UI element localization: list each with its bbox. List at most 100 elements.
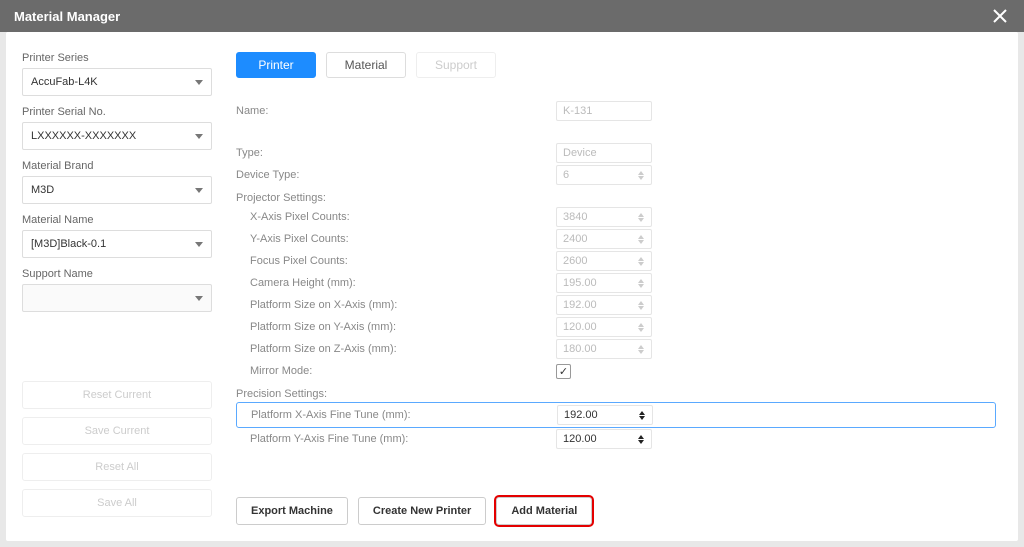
type-field: Device [556, 143, 652, 163]
caret-down-icon [195, 80, 203, 85]
x-pixel-label: X-Axis Pixel Counts: [236, 211, 556, 223]
plat-z-field[interactable]: 180.00 [556, 339, 652, 359]
fine-y-row: Platform Y-Axis Fine Tune (mm): 120.00 [236, 428, 1002, 450]
main-content: Printer Material Support Name: K-131 Typ… [212, 52, 1002, 525]
caret-down-icon [195, 242, 203, 247]
y-pixel-value: 2400 [563, 233, 587, 245]
printer-series-value: AccuFab-L4K [31, 76, 98, 88]
spinner-icon[interactable] [638, 319, 648, 335]
fine-x-field[interactable]: 192.00 [557, 405, 653, 425]
name-row: Name: K-131 [236, 96, 1002, 126]
y-pixel-field[interactable]: 2400 [556, 229, 652, 249]
printer-serial-label: Printer Serial No. [22, 106, 212, 118]
plat-y-row: Platform Size on Y-Axis (mm): 120.00 [236, 316, 1002, 338]
type-row: Type: Device [236, 142, 1002, 164]
bottom-buttons: Export Machine Create New Printer Add Ma… [236, 483, 1002, 525]
precision-highlight: Platform X-Axis Fine Tune (mm): 192.00 [236, 402, 996, 428]
export-machine-button[interactable]: Export Machine [236, 497, 348, 525]
plat-y-label: Platform Size on Y-Axis (mm): [236, 321, 556, 333]
caret-down-icon [195, 188, 203, 193]
x-pixel-row: X-Axis Pixel Counts: 3840 [236, 206, 1002, 228]
camera-height-value: 195.00 [563, 277, 597, 289]
material-brand-label: Material Brand [22, 160, 212, 172]
spinner-icon[interactable] [638, 275, 648, 291]
printer-serial-value: LXXXXXX-XXXXXXX [31, 130, 136, 142]
plat-z-row: Platform Size on Z-Axis (mm): 180.00 [236, 338, 1002, 360]
caret-down-icon [195, 296, 203, 301]
focus-pixel-field[interactable]: 2600 [556, 251, 652, 271]
plat-z-value: 180.00 [563, 343, 597, 355]
reset-current-button[interactable]: Reset Current [22, 381, 212, 409]
material-brand-value: M3D [31, 184, 54, 196]
caret-down-icon [195, 134, 203, 139]
device-type-field[interactable]: 6 [556, 165, 652, 185]
plat-x-row: Platform Size on X-Axis (mm): 192.00 [236, 294, 1002, 316]
mirror-checkbox[interactable]: ✓ [556, 364, 571, 379]
material-name-value: [M3D]Black-0.1 [31, 238, 106, 250]
form-area: Name: K-131 Type: Device Device Type: 6 … [236, 96, 1002, 483]
spinner-icon[interactable] [639, 407, 649, 423]
plat-y-value: 120.00 [563, 321, 597, 333]
sidebar-buttons: Reset Current Save Current Reset All Sav… [22, 381, 212, 525]
sidebar: Printer Series AccuFab-L4K Printer Seria… [22, 52, 212, 525]
fine-x-row: Platform X-Axis Fine Tune (mm): 192.00 [237, 405, 991, 425]
support-name-dropdown[interactable] [22, 284, 212, 312]
spinner-icon[interactable] [638, 431, 648, 447]
tabs: Printer Material Support [236, 52, 1002, 78]
window-title: Material Manager [14, 9, 120, 24]
printer-series-label: Printer Series [22, 52, 212, 64]
spinner-icon[interactable] [638, 209, 648, 225]
type-value: Device [563, 147, 597, 159]
fine-x-value: 192.00 [564, 409, 598, 421]
tab-material[interactable]: Material [326, 52, 406, 78]
x-pixel-value: 3840 [563, 211, 587, 223]
plat-y-field[interactable]: 120.00 [556, 317, 652, 337]
plat-x-value: 192.00 [563, 299, 597, 311]
plat-x-field[interactable]: 192.00 [556, 295, 652, 315]
device-type-value: 6 [563, 169, 569, 181]
mirror-row: Mirror Mode: ✓ [236, 360, 1002, 382]
camera-height-row: Camera Height (mm): 195.00 [236, 272, 1002, 294]
check-icon: ✓ [559, 365, 568, 378]
y-pixel-row: Y-Axis Pixel Counts: 2400 [236, 228, 1002, 250]
material-brand-dropdown[interactable]: M3D [22, 176, 212, 204]
spinner-icon[interactable] [638, 341, 648, 357]
x-pixel-field[interactable]: 3840 [556, 207, 652, 227]
close-icon[interactable] [990, 6, 1010, 26]
fine-y-value: 120.00 [563, 433, 597, 445]
window-body: Printer Series AccuFab-L4K Printer Seria… [6, 32, 1018, 541]
create-new-printer-button[interactable]: Create New Printer [358, 497, 486, 525]
spinner-icon[interactable] [638, 253, 648, 269]
fine-y-field[interactable]: 120.00 [556, 429, 652, 449]
tab-support: Support [416, 52, 496, 78]
plat-x-label: Platform Size on X-Axis (mm): [236, 299, 556, 311]
camera-height-label: Camera Height (mm): [236, 277, 556, 289]
name-label: Name: [236, 105, 556, 117]
focus-pixel-value: 2600 [563, 255, 587, 267]
mirror-label: Mirror Mode: [236, 365, 556, 377]
reset-all-button[interactable]: Reset All [22, 453, 212, 481]
spinner-icon[interactable] [638, 231, 648, 247]
save-current-button[interactable]: Save Current [22, 417, 212, 445]
precision-section-label: Precision Settings: [236, 388, 1002, 400]
save-all-button[interactable]: Save All [22, 489, 212, 517]
device-type-label: Device Type: [236, 169, 556, 181]
name-value: K-131 [563, 105, 592, 117]
printer-serial-dropdown[interactable]: LXXXXXX-XXXXXXX [22, 122, 212, 150]
material-name-dropdown[interactable]: [M3D]Black-0.1 [22, 230, 212, 258]
fine-y-label: Platform Y-Axis Fine Tune (mm): [236, 433, 556, 445]
name-field[interactable]: K-131 [556, 101, 652, 121]
add-material-button[interactable]: Add Material [496, 497, 592, 525]
device-type-row: Device Type: 6 [236, 164, 1002, 186]
y-pixel-label: Y-Axis Pixel Counts: [236, 233, 556, 245]
tab-printer[interactable]: Printer [236, 52, 316, 78]
fine-x-label: Platform X-Axis Fine Tune (mm): [237, 409, 557, 421]
camera-height-field[interactable]: 195.00 [556, 273, 652, 293]
spinner-icon[interactable] [638, 167, 648, 183]
spinner-icon[interactable] [638, 297, 648, 313]
focus-pixel-row: Focus Pixel Counts: 2600 [236, 250, 1002, 272]
title-bar: Material Manager [0, 0, 1024, 32]
printer-series-dropdown[interactable]: AccuFab-L4K [22, 68, 212, 96]
focus-pixel-label: Focus Pixel Counts: [236, 255, 556, 267]
type-label: Type: [236, 147, 556, 159]
